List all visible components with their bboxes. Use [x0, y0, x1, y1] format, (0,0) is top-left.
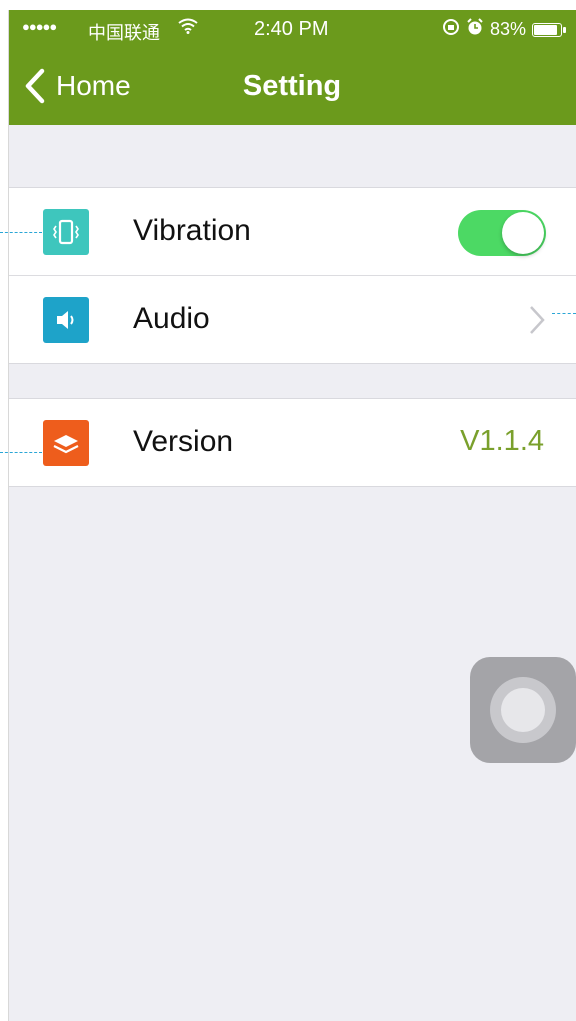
callout-line-version	[0, 452, 42, 453]
clock-time: 2:40 PM	[254, 18, 329, 40]
audio-row[interactable]: Audio	[8, 275, 576, 363]
vibration-row: Vibration	[8, 188, 576, 275]
wifi-icon	[178, 18, 198, 39]
screen-edge	[8, 10, 9, 1021]
status-bar: ●●●●● 中国联通 2:40 PM 83%	[8, 10, 576, 50]
audio-label: Audio	[133, 302, 210, 335]
vibration-toggle[interactable]	[458, 210, 546, 256]
version-row: Version V1.1.4	[8, 399, 576, 486]
alarm-clock-icon	[466, 18, 484, 41]
layers-icon	[43, 420, 89, 466]
header: ●●●●● 中国联通 2:40 PM 83% Home Setting	[8, 10, 576, 125]
carrier-name: 中国联通	[88, 23, 160, 43]
battery-icon	[532, 22, 566, 37]
status-right-group: 83%	[442, 18, 566, 41]
battery-fill	[534, 24, 558, 35]
assistive-touch-button[interactable]	[470, 657, 576, 763]
version-label: Version	[133, 425, 234, 458]
toggle-knob	[502, 212, 544, 254]
vibration-icon	[43, 209, 89, 255]
battery-percent: 83%	[489, 19, 526, 39]
signal-strength-icon: ●●●●●	[22, 19, 57, 34]
speaker-icon	[43, 297, 89, 343]
chevron-right-icon	[530, 306, 545, 334]
version-value: V1.1.4	[460, 425, 544, 457]
vibration-label: Vibration	[133, 214, 251, 247]
callout-line-audio	[552, 313, 576, 314]
settings-group-about: Version V1.1.4	[8, 398, 576, 487]
navigation-bar: Home Setting	[8, 50, 576, 125]
page-title: Setting	[242, 70, 342, 102]
assistive-touch-dot	[501, 688, 545, 732]
settings-group-sound: Vibration Audio	[8, 187, 576, 364]
callout-line-vibration	[0, 232, 42, 233]
settings-screen: ●●●●● 中国联通 2:40 PM 83% Home Setting Vibr…	[8, 10, 576, 1021]
rotation-lock-icon	[442, 18, 460, 41]
